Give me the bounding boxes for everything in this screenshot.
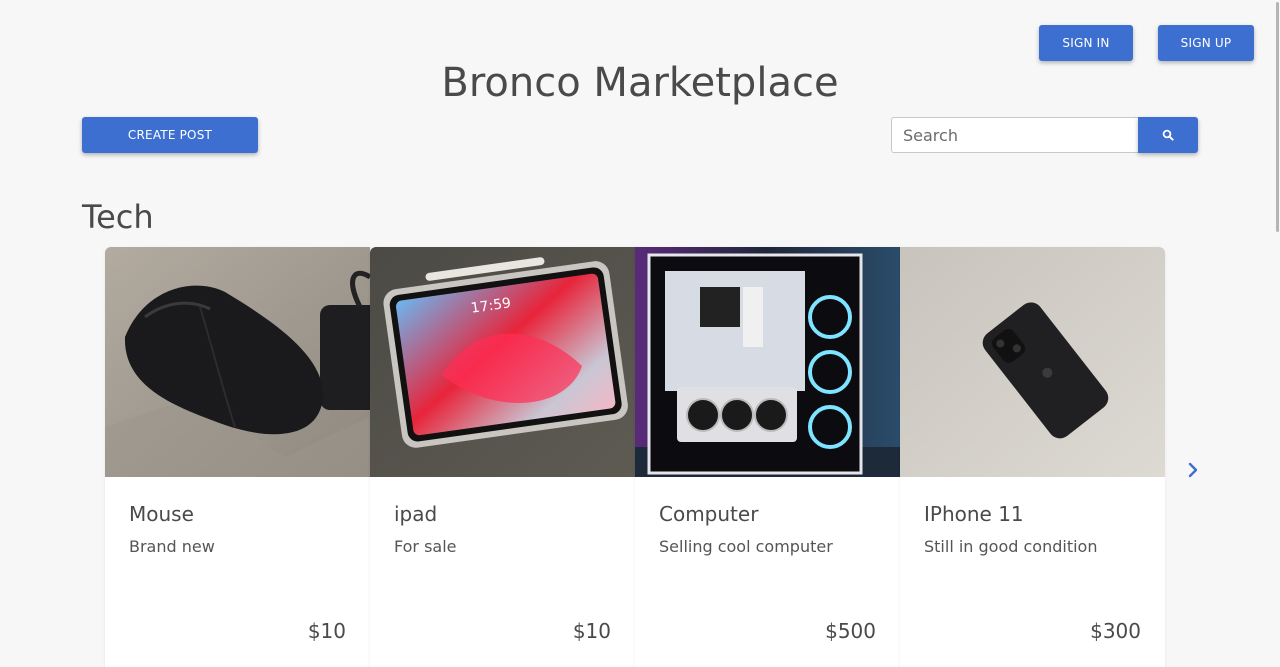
listing-description: Brand new bbox=[129, 537, 215, 556]
search-icon bbox=[1162, 129, 1174, 141]
search-bar bbox=[891, 117, 1198, 153]
section-title-tech: Tech bbox=[82, 198, 154, 236]
listing-name: Mouse bbox=[129, 502, 194, 526]
listing-card[interactable]: 17:59 ipad For sale $10 bbox=[370, 247, 635, 667]
listing-card[interactable]: Computer Selling cool computer $500 bbox=[635, 247, 900, 667]
listing-image-ipad: 17:59 bbox=[370, 247, 635, 477]
listing-card[interactable]: IPhone 11 Still in good condition $300 bbox=[900, 247, 1165, 667]
listing-price: $300 bbox=[1090, 619, 1141, 643]
carousel-next-button[interactable] bbox=[1183, 458, 1203, 482]
listing-image-iphone bbox=[900, 247, 1165, 477]
search-button[interactable] bbox=[1138, 117, 1198, 153]
sign-in-button[interactable]: SIGN IN bbox=[1039, 25, 1133, 61]
listing-name: Computer bbox=[659, 502, 759, 526]
listing-card[interactable]: Mouse Brand new $10 bbox=[105, 247, 370, 667]
chevron-right-icon bbox=[1188, 462, 1198, 478]
listing-image-computer bbox=[635, 247, 900, 477]
listing-price: $500 bbox=[825, 619, 876, 643]
listing-description: Selling cool computer bbox=[659, 537, 833, 556]
listing-price: $10 bbox=[307, 619, 346, 643]
listing-description: Still in good condition bbox=[924, 537, 1098, 556]
listing-name: ipad bbox=[394, 502, 438, 526]
listing-price: $10 bbox=[572, 619, 611, 643]
page-scrollbar[interactable] bbox=[1274, 0, 1280, 649]
scrollbar-thumb[interactable] bbox=[1276, 2, 1279, 232]
create-post-button[interactable]: CREATE POST bbox=[82, 117, 258, 153]
search-input[interactable] bbox=[891, 117, 1138, 153]
sign-up-button[interactable]: SIGN UP bbox=[1158, 25, 1254, 61]
listing-image-mouse bbox=[105, 247, 370, 477]
page-title: Bronco Marketplace bbox=[441, 60, 839, 106]
listing-name: IPhone 11 bbox=[924, 502, 1024, 526]
listing-description: For sale bbox=[394, 537, 457, 556]
